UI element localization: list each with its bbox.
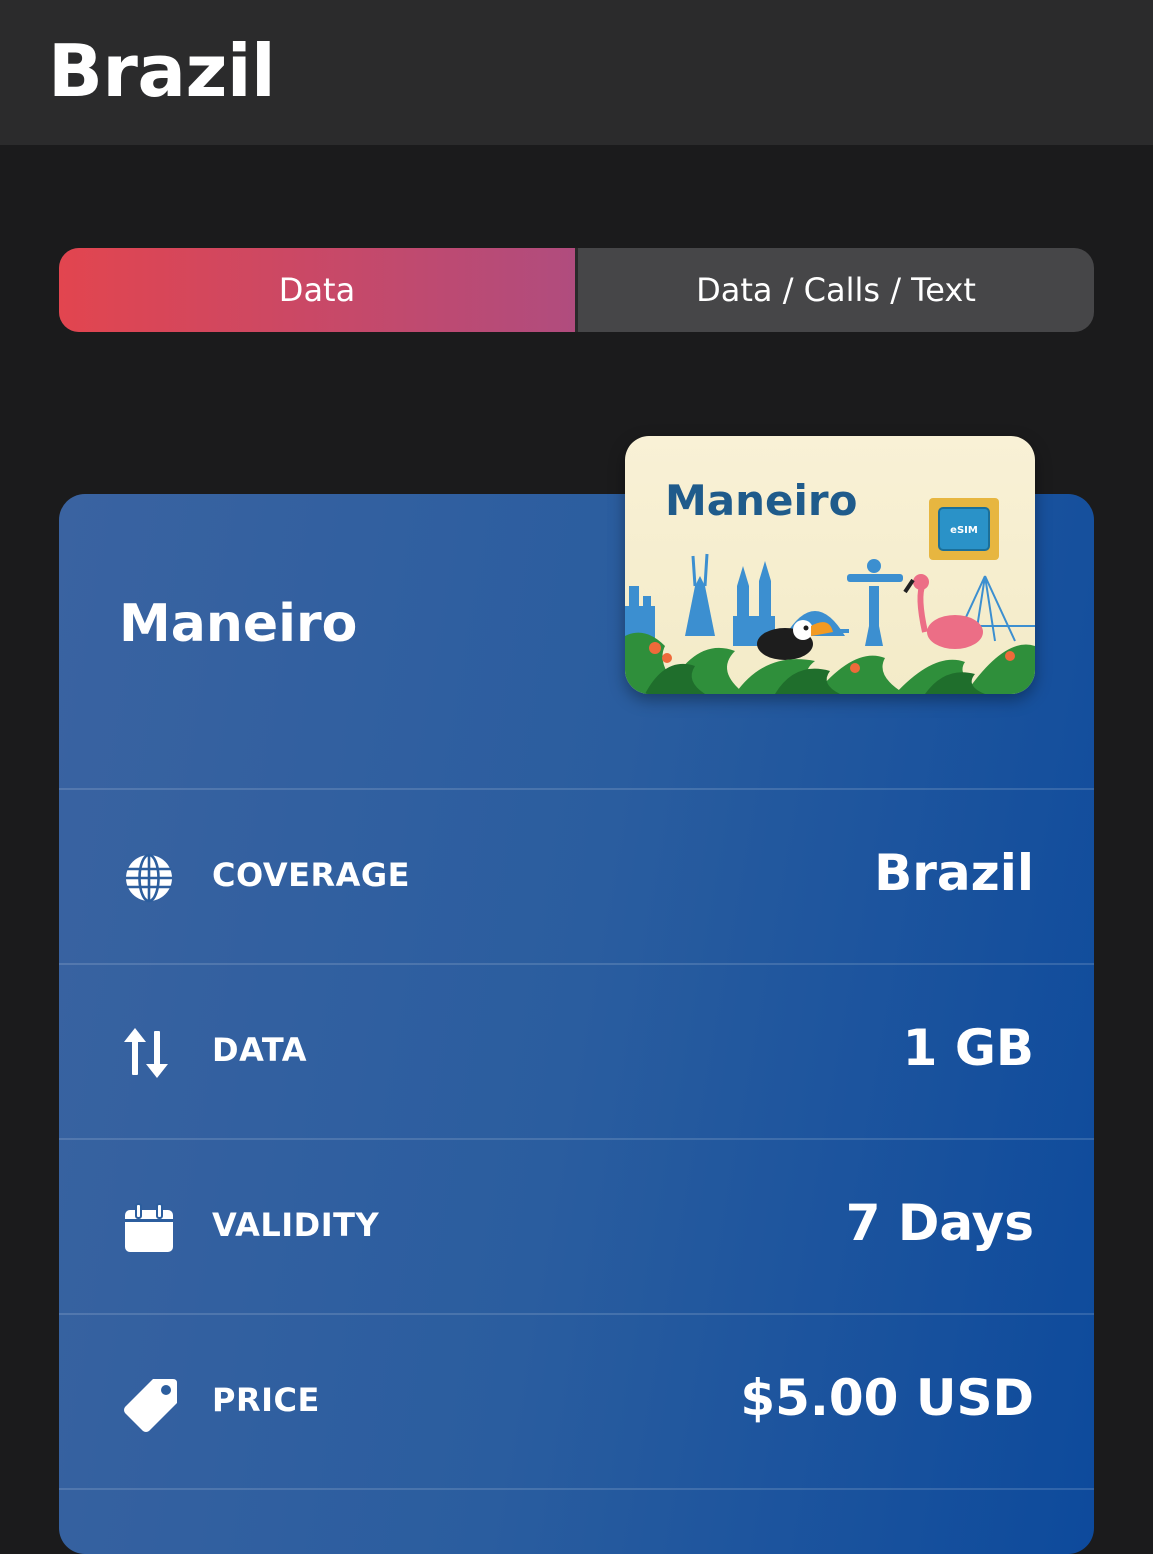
tab-data[interactable]: Data	[59, 248, 578, 332]
plan-type-tabs: Data Data / Calls / Text	[59, 248, 1094, 332]
data-row: DATA 1 GB	[59, 965, 1094, 1138]
plan-name: Maneiro	[119, 594, 358, 654]
sim-card-title: Maneiro	[665, 476, 858, 525]
globe-icon	[123, 852, 175, 904]
validity-row: VALIDITY 7 Days	[59, 1140, 1094, 1313]
app-header: Brazil	[0, 0, 1153, 145]
esim-chip-label: eSIM	[950, 525, 978, 536]
coverage-label: COVERAGE	[212, 856, 410, 894]
validity-value: 7 Days	[845, 1194, 1034, 1252]
data-label: DATA	[212, 1031, 307, 1069]
data-value: 1 GB	[902, 1019, 1034, 1077]
coverage-row: COVERAGE Brazil	[59, 790, 1094, 963]
divider	[59, 1488, 1094, 1490]
brazil-landmarks-illustration: eSIM	[625, 498, 1035, 694]
calendar-icon	[123, 1202, 175, 1254]
esim-card-image: eSIM Maneiro	[625, 436, 1035, 694]
coverage-value: Brazil	[874, 844, 1034, 902]
price-tag-icon	[123, 1377, 177, 1432]
price-label: PRICE	[212, 1381, 320, 1419]
page-title: Brazil	[48, 29, 276, 113]
price-value: $5.00 USD	[740, 1369, 1034, 1427]
up-down-arrows-icon	[123, 1027, 175, 1079]
price-row: PRICE $5.00 USD	[59, 1315, 1094, 1488]
validity-label: VALIDITY	[212, 1206, 380, 1244]
tab-data-calls-text[interactable]: Data / Calls / Text	[578, 248, 1094, 332]
